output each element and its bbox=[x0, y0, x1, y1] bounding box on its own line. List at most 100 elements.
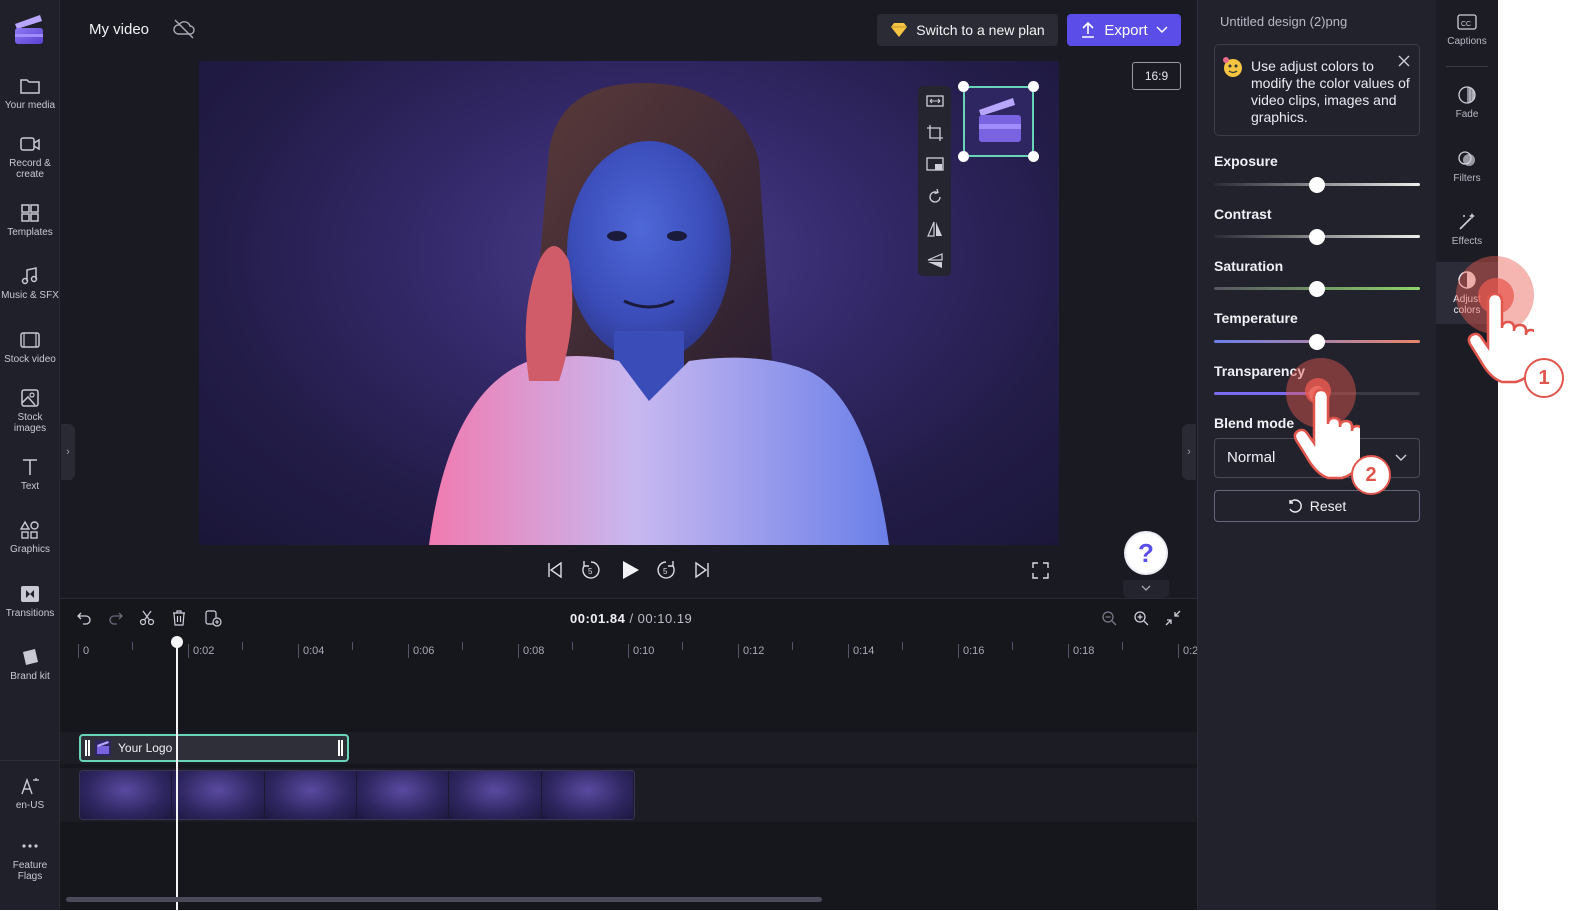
playhead[interactable] bbox=[176, 639, 178, 911]
sidebar-item-record-create[interactable]: Record & create bbox=[0, 134, 60, 180]
left-panel-expand-button[interactable]: › bbox=[61, 424, 75, 480]
divider bbox=[0, 760, 60, 761]
duplicate-icon[interactable] bbox=[204, 609, 222, 627]
sidebar-item-brand-kit[interactable]: Brand kit bbox=[0, 647, 60, 682]
clip-trim-handle-left[interactable] bbox=[85, 740, 90, 756]
temperature-slider-knob[interactable] bbox=[1309, 334, 1325, 350]
sidebar-item-label: Feature Flags bbox=[12, 860, 48, 882]
exposure-slider-knob[interactable] bbox=[1309, 177, 1325, 193]
panel-title: Untitled design (2)png bbox=[1220, 14, 1348, 29]
aspect-ratio-button[interactable]: 16:9 bbox=[1132, 62, 1181, 90]
redo-icon[interactable] bbox=[108, 610, 124, 626]
cloud-off-icon bbox=[173, 19, 195, 39]
sidebar-item-feature-flags[interactable]: Feature Flags bbox=[0, 836, 60, 882]
time-readout: 00:01.84 / 00:10.19 bbox=[570, 611, 692, 626]
ruler-minor-tick bbox=[1122, 642, 1123, 650]
skip-to-start-icon[interactable] bbox=[546, 561, 564, 579]
sidebar-item-label: Record & create bbox=[9, 158, 51, 180]
svg-text:5: 5 bbox=[663, 567, 668, 576]
tab-label: Effects bbox=[1451, 236, 1483, 247]
tab-fade[interactable]: Fade bbox=[1436, 85, 1498, 120]
filters-icon bbox=[1458, 151, 1475, 166]
sidebar-item-transitions[interactable]: Transitions bbox=[0, 584, 60, 619]
sidebar-item-label: Graphics bbox=[9, 544, 50, 555]
sidebar-item-text[interactable]: Text bbox=[0, 457, 60, 492]
export-label: Export bbox=[1104, 21, 1148, 39]
sidebar-item-stock-images[interactable]: Stock images bbox=[0, 388, 60, 434]
help-collapse-button[interactable] bbox=[1123, 580, 1169, 598]
tab-filters[interactable]: Filters bbox=[1436, 149, 1498, 184]
ruler-minor-tick bbox=[352, 642, 353, 650]
fullscreen-icon[interactable] bbox=[1032, 562, 1049, 579]
ruler-minor-tick bbox=[242, 642, 243, 650]
sidebar-item-stock-video[interactable]: Stock video bbox=[0, 330, 60, 365]
undo-icon[interactable] bbox=[76, 610, 92, 626]
tip-text: Use adjust colors to modify the color va… bbox=[1251, 58, 1410, 125]
sidebar-item-music-sfx[interactable]: Music & SFX bbox=[0, 266, 60, 301]
help-button[interactable]: ? bbox=[1126, 533, 1166, 573]
sidebar-item-graphics[interactable]: Graphics bbox=[0, 520, 60, 555]
tab-label: Captions bbox=[1447, 36, 1487, 47]
timeline-scrollbar[interactable] bbox=[66, 897, 822, 902]
close-icon[interactable] bbox=[1398, 55, 1410, 67]
logo-overlay-selection[interactable] bbox=[958, 81, 1039, 162]
sidebar-item-language[interactable]: en-US bbox=[0, 776, 60, 811]
zoom-in-icon[interactable] bbox=[1133, 610, 1149, 626]
rewind-5s-icon[interactable]: 5 bbox=[580, 559, 602, 581]
flip-vertical-icon[interactable] bbox=[926, 252, 944, 270]
logo-clip[interactable]: Your Logo bbox=[79, 734, 349, 762]
fit-icon[interactable] bbox=[926, 92, 944, 110]
exposure-label: Exposure bbox=[1214, 153, 1278, 169]
language-icon bbox=[21, 777, 39, 795]
saturation-slider-knob[interactable] bbox=[1309, 281, 1325, 297]
tick-label: 0:04 bbox=[298, 644, 324, 658]
rotate-icon[interactable] bbox=[926, 188, 944, 206]
crop-icon[interactable] bbox=[926, 124, 944, 142]
zoom-out-icon[interactable] bbox=[1101, 610, 1117, 626]
playhead-handle[interactable] bbox=[171, 636, 183, 648]
timeline-ruler[interactable]: 0 0:02 0:04 0:06 0:08 0:10 0:12 0:14 0:1… bbox=[60, 639, 1198, 663]
tab-effects[interactable]: Effects bbox=[1436, 212, 1498, 247]
resize-handle[interactable] bbox=[958, 151, 969, 162]
resize-handle[interactable] bbox=[1028, 151, 1039, 162]
app-logo[interactable] bbox=[12, 12, 46, 46]
chevron-down-icon bbox=[1395, 454, 1407, 461]
skip-to-end-icon[interactable] bbox=[693, 561, 711, 579]
preview-tools bbox=[918, 86, 951, 276]
captions-icon: CC bbox=[1457, 14, 1477, 30]
templates-icon bbox=[21, 204, 39, 222]
project-title[interactable]: My video bbox=[78, 14, 160, 46]
split-scissors-icon[interactable] bbox=[139, 610, 155, 626]
shapes-icon bbox=[19, 520, 39, 539]
switch-plan-button[interactable]: Switch to a new plan bbox=[877, 14, 1058, 46]
video-clip[interactable] bbox=[79, 770, 635, 820]
chevron-right-icon: › bbox=[66, 446, 70, 458]
flip-horizontal-icon[interactable] bbox=[926, 220, 944, 238]
fit-timeline-icon[interactable] bbox=[1165, 610, 1181, 626]
contrast-slider-knob[interactable] bbox=[1309, 229, 1325, 245]
resize-handle[interactable] bbox=[1028, 81, 1039, 92]
clip-thumbnail bbox=[449, 771, 542, 819]
sidebar-item-label: Text bbox=[20, 481, 40, 492]
ruler-minor-tick bbox=[792, 642, 793, 650]
sidebar-item-your-media[interactable]: Your media bbox=[0, 76, 60, 111]
delete-trash-icon[interactable] bbox=[171, 609, 187, 627]
play-icon[interactable] bbox=[619, 559, 641, 581]
tab-captions[interactable]: CC Captions bbox=[1436, 12, 1498, 47]
svg-text:5: 5 bbox=[588, 567, 593, 576]
export-button[interactable]: Export bbox=[1067, 14, 1181, 46]
forward-5s-icon[interactable]: 5 bbox=[655, 559, 677, 581]
sidebar-item-templates[interactable]: Templates bbox=[0, 203, 60, 238]
current-time: 00:01.84 bbox=[570, 611, 626, 626]
clip-trim-handle-right[interactable] bbox=[338, 740, 343, 756]
picture-in-picture-icon[interactable] bbox=[926, 156, 944, 174]
switch-plan-label: Switch to a new plan bbox=[916, 22, 1045, 38]
right-panel-collapse-button[interactable]: › bbox=[1182, 424, 1196, 480]
tick-label: 0:10 bbox=[628, 644, 654, 658]
clip-thumbnail bbox=[264, 771, 357, 819]
sidebar-item-label: Transitions bbox=[5, 608, 55, 619]
clip-thumbnail bbox=[172, 771, 265, 819]
tick-label: 0:02 bbox=[188, 644, 214, 658]
resize-handle[interactable] bbox=[958, 81, 969, 92]
reset-button[interactable]: Reset bbox=[1214, 490, 1420, 522]
